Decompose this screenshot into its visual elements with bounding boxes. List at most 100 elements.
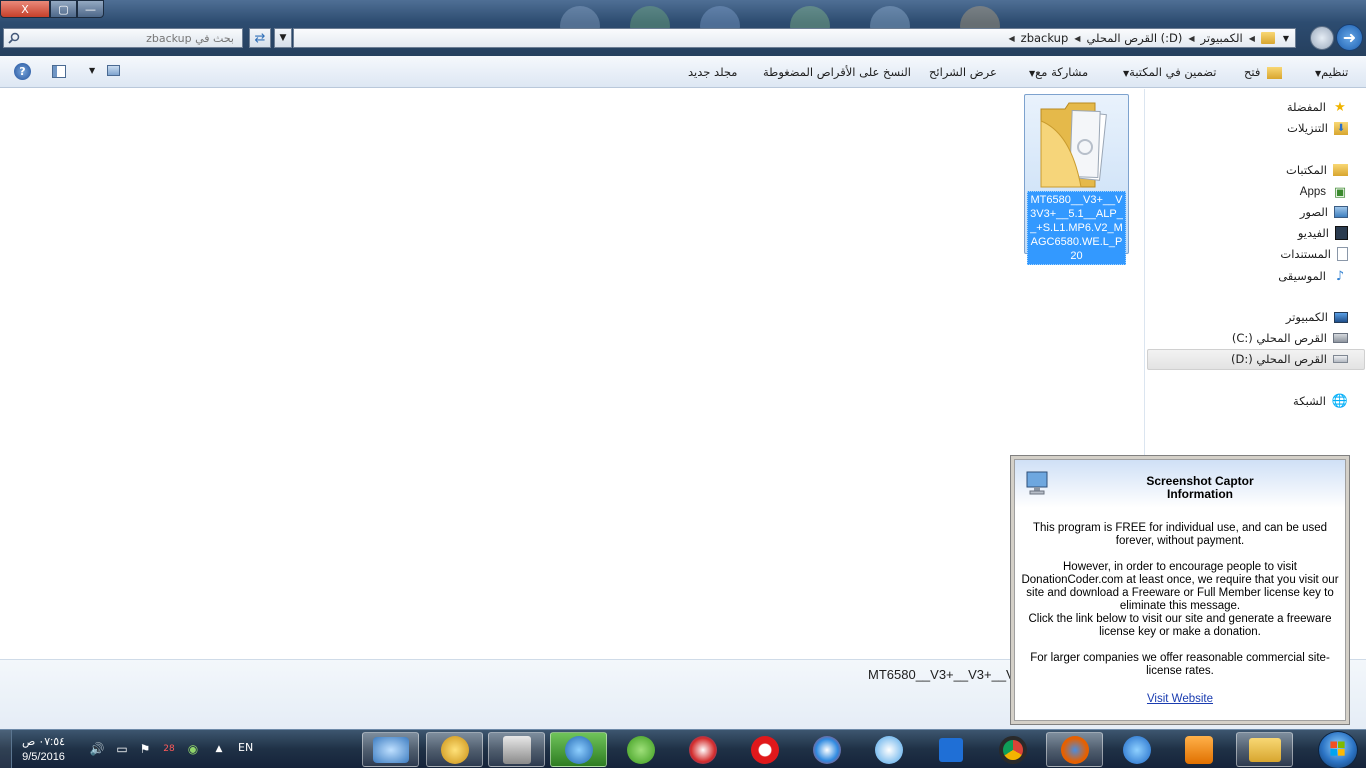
music-icon: ♪ — [1335, 268, 1345, 284]
nav-documents[interactable]: المستندات — [1280, 247, 1348, 261]
nav-libraries[interactable]: المكتبات — [1286, 163, 1348, 177]
nav-label: الكمبيوتر — [1285, 310, 1328, 324]
dialog-link-wrap: Visit Website — [1021, 693, 1339, 706]
nav-drive-c[interactable]: القرص المحلي (:C) — [1232, 331, 1348, 345]
address-history-button[interactable]: ▼ — [274, 28, 292, 48]
search-box[interactable] — [3, 28, 243, 48]
nav-pictures[interactable]: الصور — [1300, 205, 1348, 219]
maxthon-icon — [938, 737, 963, 762]
taskbar: ٠٧:٥٤ ص 9/5/2016 🔊 ▭ ⚑ 28 ◉ ▲ EN — [0, 729, 1366, 768]
taskbar-media-player[interactable] — [1170, 732, 1227, 767]
new-folder-button[interactable]: مجلد جديد — [688, 65, 737, 79]
taskbar-browser-app[interactable] — [674, 732, 731, 767]
chevron-down-icon[interactable]: ▼ — [89, 66, 95, 75]
taskbar-mtk-tool[interactable] — [362, 732, 419, 767]
organize-label: تنظيم — [1321, 65, 1349, 79]
utorrent-icon — [626, 735, 655, 764]
burn-label: النسخ على الأقراص المضغوطة — [763, 65, 911, 79]
network-tray-icon[interactable]: ▭ — [115, 742, 129, 756]
tray-expand-icon[interactable]: ▲ — [212, 742, 226, 756]
nav-label: المكتبات — [1286, 163, 1327, 177]
taskbar-badge-app[interactable] — [426, 732, 483, 767]
close-button[interactable]: X — [0, 0, 50, 18]
show-desktop-button[interactable] — [0, 730, 12, 768]
mtk-icon — [372, 736, 409, 763]
include-library-label: تضمين في المكتبة — [1129, 65, 1217, 79]
chevron-down-icon: ▼ — [279, 33, 287, 43]
folder-name[interactable]: MT6580__V3+__V3V3+__5.1__ALP__+S.L1.MP6.… — [1027, 191, 1126, 265]
taskbar-opera[interactable] — [736, 732, 793, 767]
maximize-button[interactable]: ▢ — [50, 0, 77, 18]
screenshot-captor-dialog: Screenshot Captor Information This progr… — [1010, 455, 1350, 725]
apps-library-icon: ▣ — [1333, 184, 1347, 200]
folder-icon — [1260, 32, 1275, 44]
chevron-down-icon[interactable]: ▼ — [1283, 34, 1289, 43]
taskbar-maxthon[interactable] — [922, 732, 979, 767]
nav-videos[interactable]: الفيديو — [1298, 226, 1348, 240]
breadcrumb-computer[interactable]: الكمبيوتر — [1201, 31, 1243, 45]
firefox-icon — [1060, 735, 1089, 764]
taskbar-irk-app[interactable] — [488, 732, 545, 767]
slideshow-button[interactable]: عرض الشرائح — [929, 65, 997, 79]
volume-icon[interactable]: 🔊 — [90, 742, 105, 756]
dialog-body: Screenshot Captor Information This progr… — [1014, 459, 1346, 721]
dialog-paragraph: For larger companies we offer reasonable… — [1030, 652, 1330, 677]
breadcrumb-drive-d[interactable]: القرص المحلي (:D) — [1086, 31, 1182, 45]
nav-music[interactable]: ♪ الموسيقى — [1278, 268, 1348, 284]
forward-button[interactable]: ➜ — [1336, 24, 1363, 51]
refresh-button[interactable]: ⇄ — [249, 28, 271, 48]
nav-apps[interactable]: ▣ Apps — [1300, 184, 1348, 200]
tray-app-icon[interactable]: 28 — [160, 742, 178, 756]
visit-website-link[interactable]: Visit Website — [1147, 693, 1213, 705]
cloud-browser-icon — [812, 735, 841, 764]
action-center-icon[interactable]: ⚑ — [138, 742, 152, 756]
new-folder-label: مجلد جديد — [688, 65, 738, 79]
taskbar-download-manager[interactable] — [550, 732, 607, 767]
tray-idm-icon[interactable]: ◉ — [186, 742, 200, 756]
taskbar-explorer[interactable] — [1236, 732, 1293, 767]
taskbar-utorrent[interactable] — [612, 732, 669, 767]
change-view-icon[interactable] — [107, 65, 120, 76]
minimize-button[interactable]: — — [77, 0, 104, 18]
address-bar[interactable]: ◀ zbackup ◀ القرص المحلي (:D) ◀ الكمبيوت… — [293, 28, 1296, 48]
media-player-icon — [1184, 735, 1213, 764]
badge-icon — [440, 735, 469, 764]
start-button[interactable] — [1318, 731, 1358, 768]
nav-network[interactable]: 🌐 الشبكة — [1293, 393, 1348, 409]
help-icon[interactable]: ? — [14, 63, 31, 80]
clock[interactable]: ٠٧:٥٤ ص 9/5/2016 — [22, 735, 65, 765]
nav-computer[interactable]: الكمبيوتر — [1286, 310, 1348, 324]
slideshow-label: عرض الشرائح — [929, 65, 997, 79]
organize-button[interactable]: ▼تنظيم — [1310, 65, 1348, 79]
breadcrumb-zbackup[interactable]: zbackup — [1021, 31, 1069, 45]
open-button[interactable]: فتح — [1244, 65, 1283, 79]
share-with-button[interactable]: ▼مشاركة مع — [1024, 65, 1088, 79]
open-label: فتح — [1244, 65, 1261, 79]
nav-label: الموسيقى — [1278, 269, 1326, 283]
folder-item[interactable]: MT6580__V3+__V3V3+__5.1__ALP__+S.L1.MP6.… — [1024, 94, 1129, 265]
window-controls: X ▢ — — [0, 0, 104, 18]
nav-drive-d[interactable]: القرص المحلي (:D) — [1231, 352, 1348, 366]
language-indicator[interactable]: EN — [238, 741, 253, 754]
taskbar-maxthon-cloud[interactable] — [798, 732, 855, 767]
ie-icon — [1122, 735, 1151, 764]
taskbar-chrome[interactable] — [984, 732, 1041, 767]
taskbar-firefox[interactable] — [1046, 732, 1103, 767]
documents-icon — [1337, 247, 1348, 261]
taskbar-safari[interactable] — [860, 732, 917, 767]
file-list[interactable] — [0, 89, 1144, 659]
nav-downloads[interactable]: ⬇ التنزيلات — [1287, 121, 1348, 135]
system-drive-icon — [1333, 333, 1348, 343]
taskbar-internet-explorer[interactable] — [1108, 732, 1165, 767]
back-button[interactable] — [1310, 26, 1334, 50]
burn-button[interactable]: النسخ على الأقراص المضغوطة — [763, 65, 911, 79]
browser-app-icon — [688, 735, 717, 764]
computer-icon — [1334, 311, 1348, 323]
preview-pane-icon[interactable] — [52, 65, 66, 78]
include-library-button[interactable]: ▼تضمين في المكتبة — [1118, 65, 1216, 79]
chevron-left-icon: ◀ — [1074, 33, 1081, 43]
nav-favorites[interactable]: ★ المفضلة — [1287, 99, 1348, 115]
dialog-title-line: Information — [1167, 487, 1233, 501]
search-input[interactable] — [24, 31, 234, 45]
selected-item-name: MT6580__V3+__V3+__V3 — [868, 667, 1022, 682]
